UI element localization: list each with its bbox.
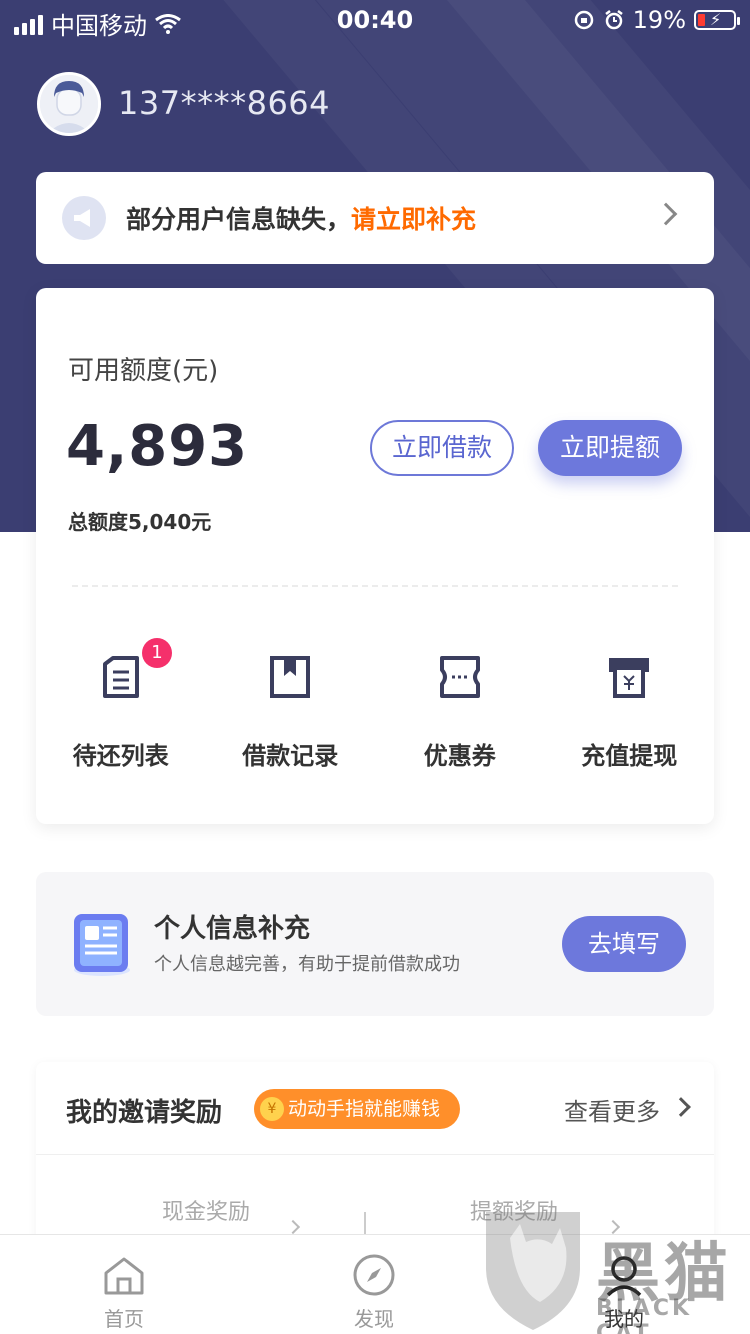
user-phone: 137****8664 <box>118 84 331 122</box>
coupon-icon <box>439 656 480 698</box>
menu-label: 优惠券 <box>423 742 496 770</box>
id-card-icon <box>74 914 130 976</box>
home-icon <box>104 1257 144 1295</box>
bottom-tab-bar: 首页 发现 我的 <box>0 1234 750 1334</box>
credit-card: 可用额度(元) 4,893 总额度5,040元 立即借款 立即提额 1 待还列表… <box>36 288 714 824</box>
tab-home[interactable]: 首页 <box>54 1235 194 1334</box>
megaphone-icon <box>62 196 106 240</box>
borrow-now-button[interactable]: 立即借款 <box>370 420 514 476</box>
invite-promo-tag: ¥ 动动手指就能赚钱 <box>254 1089 461 1129</box>
tab-discover[interactable]: 发现 <box>304 1235 444 1334</box>
profile-icon <box>606 1256 642 1297</box>
coin-icon: ¥ <box>260 1097 284 1121</box>
divider <box>36 1154 714 1155</box>
discover-icon <box>353 1254 395 1296</box>
tab-label: 我的 <box>604 1307 644 1331</box>
view-more-link[interactable]: 查看更多 <box>564 1092 660 1127</box>
menu-label: 充值提现 <box>581 742 678 770</box>
chevron-right-icon <box>285 1219 301 1235</box>
menu-item-coupon[interactable]: 优惠券 <box>375 638 545 778</box>
chevron-right-icon <box>605 1219 621 1235</box>
rotation-lock-icon <box>574 10 593 30</box>
limit-reward-label[interactable]: 提额奖励 <box>470 1194 558 1226</box>
menu-label: 借款记录 <box>242 742 339 770</box>
invite-rewards-title: 我的邀请奖励 <box>66 1098 223 1128</box>
tab-label: 首页 <box>104 1307 144 1331</box>
available-credit-label: 可用额度(元) <box>68 356 219 386</box>
battery-icon: ⚡ <box>694 10 740 30</box>
status-bar: 中国移动 00:40 19% ⚡ <box>0 0 750 40</box>
recharge-withdraw-icon <box>609 658 650 698</box>
battery-percent: 19% <box>632 6 686 34</box>
chevron-right-icon <box>654 202 678 226</box>
loan-record-icon <box>270 656 311 698</box>
personal-info-card[interactable]: 个人信息补充 个人信息越完善，有助于提前借款成功 去填写 <box>36 872 714 1016</box>
info-card-title: 个人信息补充 <box>154 914 311 944</box>
menu-label: 待还列表 <box>72 742 169 770</box>
repay-list-icon <box>102 656 139 698</box>
cash-reward-label[interactable]: 现金奖励 <box>162 1194 250 1226</box>
info-missing-notice[interactable]: 部分用户信息缺失，请立即补充 <box>36 172 714 264</box>
menu-item-repay-list[interactable]: 1 待还列表 <box>36 638 206 778</box>
notification-badge: 1 <box>142 638 172 668</box>
notice-highlight: 请立即补充 <box>351 205 477 234</box>
divider <box>72 585 678 587</box>
info-card-subtitle: 个人信息越完善，有助于提前借款成功 <box>154 954 460 975</box>
raise-limit-button[interactable]: 立即提额 <box>538 420 682 476</box>
chevron-right-icon[interactable] <box>671 1097 691 1117</box>
notice-text: 部分用户信息缺失， <box>126 205 352 234</box>
avatar[interactable] <box>37 72 101 136</box>
total-credit-label: 总额度5,040元 <box>68 510 212 534</box>
menu-item-loan-record[interactable]: 借款记录 <box>206 638 376 778</box>
fill-in-button[interactable]: 去填写 <box>562 916 686 972</box>
quick-menu: 1 待还列表 借款记录 优惠券 充值提现 <box>36 638 714 778</box>
invite-promo-text: 动动手指就能赚钱 <box>288 1098 441 1120</box>
tab-label: 发现 <box>354 1307 394 1331</box>
available-credit-amount: 4,893 <box>66 414 249 479</box>
menu-item-recharge-withdraw[interactable]: 充值提现 <box>545 638 715 778</box>
alarm-icon <box>604 10 623 30</box>
tab-profile[interactable]: 我的 <box>554 1235 694 1334</box>
